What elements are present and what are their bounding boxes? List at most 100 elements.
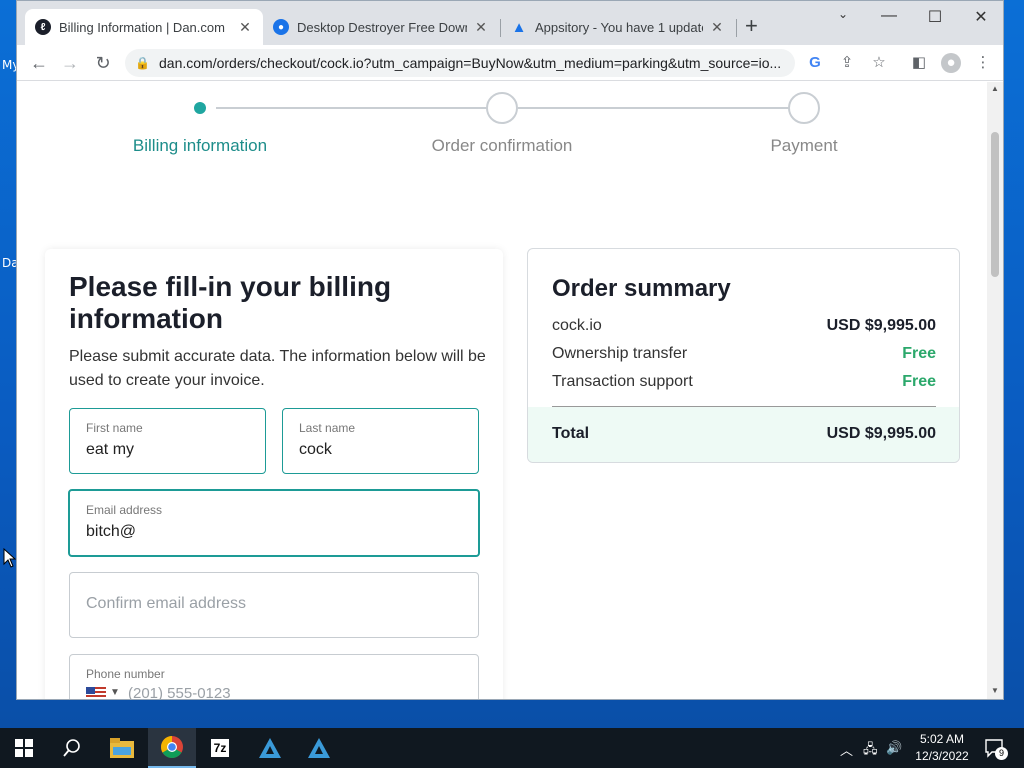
field-label: Phone number bbox=[86, 667, 165, 681]
google-icon[interactable]: G bbox=[805, 53, 825, 73]
profile-avatar-icon[interactable]: ● bbox=[941, 53, 961, 73]
checkout-page: Billing information Order confirmation P… bbox=[17, 82, 989, 700]
tab-title: Billing Information | Dan.com bbox=[59, 19, 225, 35]
scroll-down-arrow-icon[interactable]: ▼ bbox=[987, 686, 1003, 695]
bookmark-star-icon[interactable]: ☆ bbox=[869, 53, 889, 73]
appsitory-icon bbox=[259, 738, 281, 758]
scroll-up-arrow-icon[interactable]: ▲ bbox=[987, 84, 1003, 93]
confirm-email-field[interactable]: Confirm email address bbox=[69, 572, 479, 638]
summary-row-label: Ownership transfer bbox=[552, 345, 688, 362]
field-label: Email address bbox=[86, 503, 163, 517]
step-label-payment: Payment bbox=[770, 136, 838, 155]
reload-button[interactable]: ↻ bbox=[91, 51, 115, 75]
summary-row-label: cock.io bbox=[552, 317, 602, 334]
field-value: cock bbox=[299, 441, 332, 458]
7zip-icon: 7z bbox=[210, 739, 230, 757]
file-explorer-button[interactable] bbox=[98, 728, 146, 768]
download-site-icon: ● bbox=[273, 19, 289, 35]
chrome-taskbar-button[interactable] bbox=[148, 728, 196, 768]
stepper-line bbox=[518, 107, 804, 109]
clock-time: 5:02 AM bbox=[919, 732, 965, 746]
notification-count-badge: 9 bbox=[995, 747, 1008, 760]
close-tab-icon[interactable]: ✕ bbox=[237, 19, 253, 36]
back-button[interactable]: ← bbox=[27, 51, 51, 75]
side-panel-icon[interactable]: ◧ bbox=[909, 53, 929, 73]
search-icon bbox=[63, 739, 80, 757]
summary-total: Total USD $9,995.00 bbox=[528, 407, 959, 462]
field-value: eat my bbox=[86, 441, 135, 458]
tab-billing-information[interactable]: ℓ Billing Information | Dan.com ✕ bbox=[25, 9, 263, 45]
email-field[interactable]: Email address bitch@ bbox=[68, 489, 480, 557]
field-label: First name bbox=[86, 421, 143, 435]
first-name-field[interactable]: First name eat my bbox=[69, 408, 266, 474]
browser-window: ℓ Billing Information | Dan.com ✕ ● Desk… bbox=[16, 0, 1004, 700]
search-button[interactable] bbox=[48, 728, 96, 768]
taskbar: 7z ︿ 🖧 🔊 5:02 AM 12/3/2022 9 bbox=[0, 728, 1024, 768]
us-flag-icon[interactable] bbox=[86, 687, 106, 699]
step-label-order-confirmation: Order confirmation bbox=[431, 136, 573, 155]
close-tab-icon[interactable]: ✕ bbox=[473, 19, 489, 36]
summary-row-transaction-support: Transaction support Free bbox=[552, 373, 936, 391]
summary-row-label: Transaction support bbox=[552, 373, 693, 390]
appsitory-taskbar-button-2[interactable] bbox=[295, 728, 343, 768]
tab-title: Appsitory - You have 1 updates bbox=[535, 19, 703, 35]
close-tab-icon[interactable]: ✕ bbox=[709, 19, 725, 36]
minimize-button[interactable]: — bbox=[866, 7, 912, 25]
total-value: USD $9,995.00 bbox=[826, 425, 936, 442]
clock-date: 12/3/2022 bbox=[915, 749, 969, 763]
tab-search-icon[interactable]: ⌄ bbox=[820, 7, 866, 21]
country-dropdown-caret-icon[interactable]: ▼ bbox=[110, 687, 120, 698]
mouse-cursor-icon bbox=[3, 548, 17, 568]
maximize-button[interactable]: ☐ bbox=[912, 7, 958, 27]
summary-row-value: USD $9,995.00 bbox=[826, 317, 936, 334]
total-label: Total bbox=[552, 425, 590, 442]
appsitory-taskbar-button[interactable] bbox=[246, 728, 294, 768]
field-label: Last name bbox=[299, 421, 356, 435]
step-label-billing: Billing information bbox=[132, 136, 268, 155]
summary-row-value: Free bbox=[902, 345, 936, 362]
chrome-icon bbox=[161, 736, 183, 758]
start-button[interactable] bbox=[0, 728, 48, 768]
page-scrollbar[interactable]: ▲ ▼ bbox=[987, 82, 1003, 699]
summary-row-domain: cock.io USD $9,995.00 bbox=[552, 317, 936, 335]
order-summary-card: Order summary cock.io USD $9,995.00 Owne… bbox=[527, 248, 960, 463]
volume-icon[interactable]: 🔊 bbox=[886, 740, 902, 756]
step-dot-billing bbox=[184, 92, 216, 124]
phone-placeholder: (201) 555-0123 bbox=[128, 685, 231, 700]
share-icon[interactable]: ⇪ bbox=[837, 53, 857, 73]
close-window-button[interactable]: ✕ bbox=[958, 7, 1003, 27]
step-dot-payment bbox=[788, 92, 820, 124]
show-hidden-icons-chevron-icon[interactable]: ︿ bbox=[840, 740, 853, 759]
billing-heading: Please fill-in your billing information bbox=[69, 271, 392, 334]
lock-icon: 🔒 bbox=[135, 56, 150, 70]
windows-start-icon bbox=[15, 739, 33, 757]
tab-separator bbox=[736, 19, 737, 37]
notifications-icon[interactable]: 9 bbox=[984, 738, 1008, 761]
billing-subtitle: Please submit accurate data. The informa… bbox=[69, 348, 486, 389]
tab-title: Desktop Destroyer Free Downlo bbox=[297, 19, 467, 35]
scrollbar-thumb[interactable] bbox=[991, 132, 999, 277]
step-dot-order-confirmation bbox=[486, 92, 518, 124]
last-name-field[interactable]: Last name cock bbox=[282, 408, 479, 474]
forward-button[interactable]: → bbox=[58, 51, 82, 75]
phone-field[interactable]: Phone number ▼ (201) 555-0123 bbox=[69, 654, 479, 700]
summary-row-value: Free bbox=[902, 373, 936, 390]
7zip-taskbar-button[interactable]: 7z bbox=[196, 728, 244, 768]
order-summary-heading: Order summary bbox=[552, 275, 731, 302]
file-explorer-icon bbox=[110, 738, 134, 758]
dan-logo-icon: ℓ bbox=[35, 19, 51, 35]
tab-appsitory[interactable]: ▲ Appsitory - You have 1 updates ✕ bbox=[501, 9, 735, 45]
billing-form-card: Please fill-in your billing information … bbox=[45, 249, 503, 700]
field-placeholder: Confirm email address bbox=[86, 595, 247, 612]
browser-toolbar: ← → ↻ 🔒 dan.com/orders/checkout/cock.io?… bbox=[17, 45, 1003, 81]
new-tab-button[interactable]: + bbox=[745, 13, 758, 39]
summary-row-ownership-transfer: Ownership transfer Free bbox=[552, 345, 936, 363]
menu-kebab-icon[interactable]: ⋮ bbox=[973, 53, 993, 73]
stepper-line bbox=[216, 107, 502, 109]
network-icon[interactable]: 🖧 bbox=[863, 740, 878, 762]
system-clock[interactable]: 5:02 AM 12/3/2022 bbox=[910, 731, 974, 765]
tab-desktop-destroyer[interactable]: ● Desktop Destroyer Free Downlo ✕ bbox=[263, 9, 499, 45]
address-bar[interactable]: 🔒 dan.com/orders/checkout/cock.io?utm_ca… bbox=[125, 49, 795, 77]
field-value: bitch@ bbox=[86, 523, 137, 540]
url-text: dan.com/orders/checkout/cock.io?utm_camp… bbox=[159, 55, 782, 71]
